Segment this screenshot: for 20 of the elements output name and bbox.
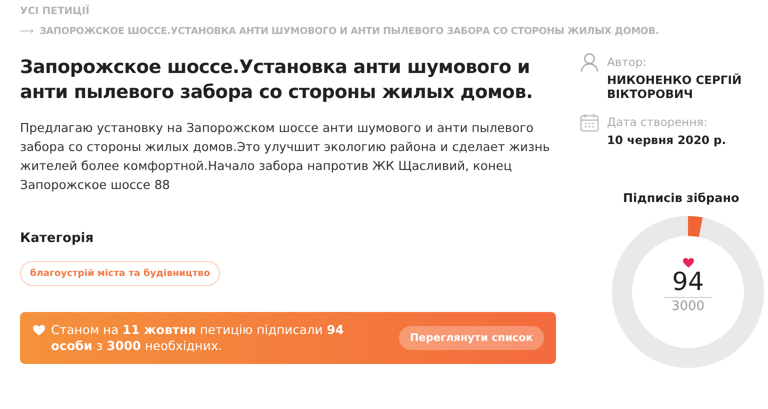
category-tag[interactable]: благоустрій міста та будівництво — [20, 261, 220, 286]
signature-count: 94 — [664, 268, 712, 298]
meta-value: 10 червня 2020 р. — [607, 133, 726, 147]
heart-icon — [682, 258, 694, 268]
arrow-glyph: ⟶ — [20, 26, 34, 37]
signatures-heading: Підписів зібрано — [623, 191, 740, 205]
category-heading: Категорія — [20, 231, 95, 246]
breadcrumb-link[interactable]: УСІ ПЕТИЦІЇ — [20, 6, 90, 17]
meta-label: Дата створення: — [607, 115, 708, 129]
signature-goal: 3000 — [671, 299, 705, 314]
user-icon — [580, 53, 599, 72]
meta-label: Автор: — [607, 55, 648, 69]
view-list-button[interactable]: Переглянути список — [398, 326, 544, 350]
status-text: Станом на 11 жовтня петицію підписали 94 особи з 3000 необхідних. — [51, 322, 345, 354]
heart-icon — [33, 325, 45, 336]
breadcrumb-current: ЗАПОРОЖСКОЕ ШОССЕ.УСТАНОВКА АНТИ ШУМОВОГО И АНТИ ПЫЛЕВОГО ЗАБОРА СО СТОРОНЫ ЖИЛЫХ ДОМОВ. — [40, 26, 659, 37]
petition-description: Предлагаю установку на Запорожском шоссе анти шумового и анти пылевого забора со стороны жилых домов.Это улучшит экологию района и сделает жизнь жителей более комфортной.Начало забора напротив ЖК Щасливий, конец Запорожское шоссе 88 — [20, 120, 551, 194]
meta-value: НИКОНЕНКО СЕРГІЙ ВІКТОРОВИЧ — [607, 73, 743, 101]
petition-title: Запорожское шоссе.Установка анти шумового и анти пылевого забора со стороны жилых домов. — [20, 56, 534, 105]
calendar-icon — [580, 113, 599, 132]
